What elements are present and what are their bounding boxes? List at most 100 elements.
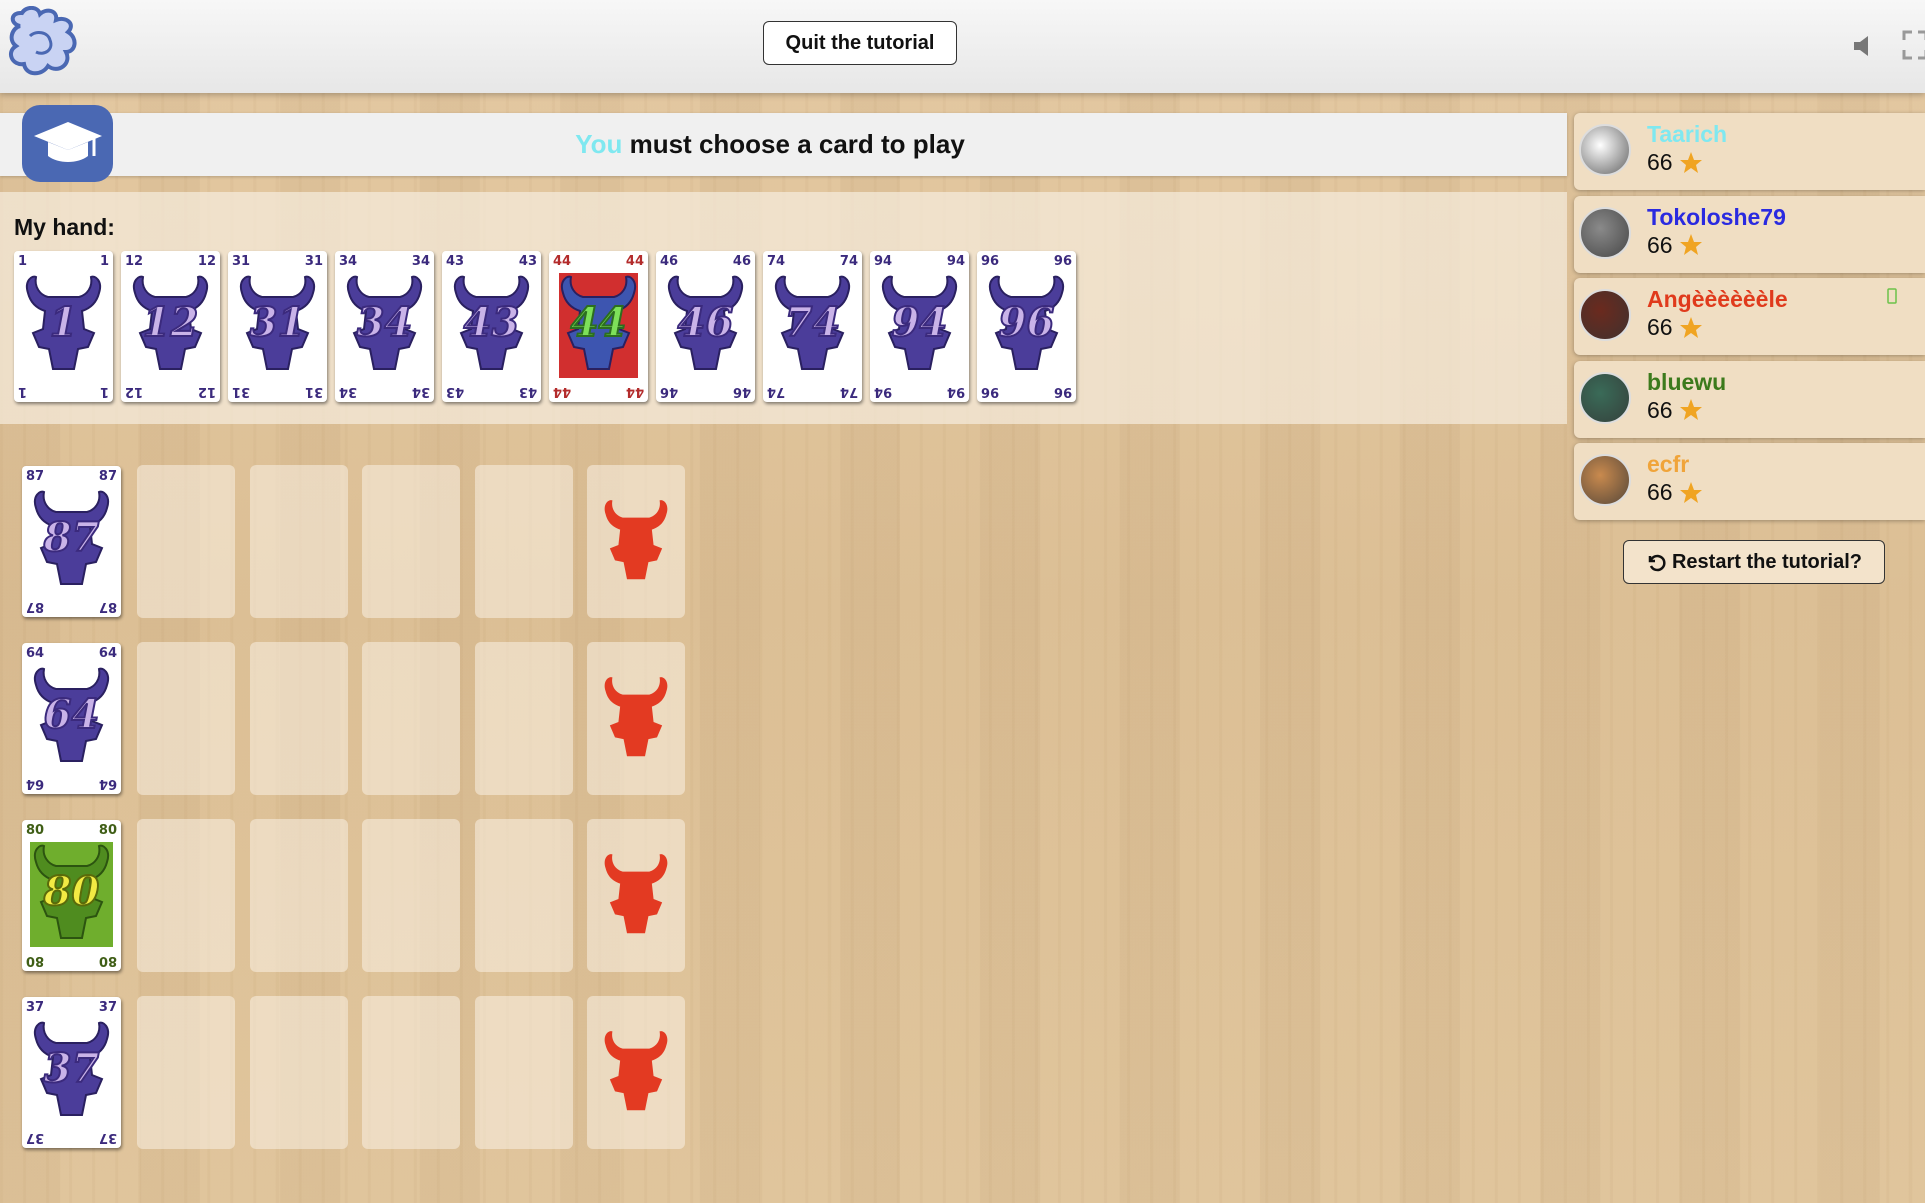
- player-card: bluewu 66: [1574, 360, 1925, 438]
- card-corner-value: 44: [553, 254, 572, 269]
- card-corner-value: 64: [26, 776, 45, 791]
- player-score: 66: [1647, 397, 1703, 424]
- card-corner-value: 94: [874, 254, 893, 269]
- red-bull-icon: [604, 499, 668, 579]
- quit-tutorial-button[interactable]: Quit the tutorial: [763, 21, 957, 65]
- empty-slot[interactable]: [250, 642, 348, 795]
- card-corner-value: 74: [767, 384, 786, 399]
- card-corner-value: 37: [98, 1130, 117, 1145]
- fullscreen-icon[interactable]: [1902, 30, 1925, 60]
- player-score-value: 66: [1647, 149, 1673, 175]
- mobile-device-icon: [1887, 288, 1897, 304]
- hand-card[interactable]: 44 44 44 44 44: [549, 251, 648, 402]
- hand-card[interactable]: 34 34 34 34 34: [335, 251, 434, 402]
- star-icon: [1679, 399, 1702, 420]
- card-corner-value: 96: [1053, 384, 1072, 399]
- card-corner-value: 87: [98, 599, 117, 614]
- card-corner-value: 94: [946, 254, 965, 269]
- empty-slot[interactable]: [362, 642, 460, 795]
- card-corner-value: 31: [304, 254, 323, 269]
- player-name[interactable]: bluewu: [1647, 369, 1726, 396]
- row-card[interactable]: 80 80 80 80 80: [22, 820, 121, 971]
- card-corner-value: 31: [304, 384, 323, 399]
- empty-slot[interactable]: [137, 996, 235, 1149]
- player-score-value: 66: [1647, 314, 1673, 340]
- hand-card[interactable]: 31 31 31 31 31: [228, 251, 327, 402]
- empty-slot[interactable]: [137, 465, 235, 618]
- empty-slot[interactable]: [362, 819, 460, 972]
- card-corner-value: 46: [732, 384, 751, 399]
- penalty-slot[interactable]: [587, 642, 685, 795]
- card-corner-value: 34: [411, 254, 430, 269]
- card-corner-value: 1: [18, 254, 28, 269]
- avatar[interactable]: [1579, 371, 1631, 424]
- avatar[interactable]: [1579, 289, 1631, 341]
- card-corner-value: 34: [339, 254, 358, 269]
- game-logo-icon[interactable]: [6, 6, 86, 80]
- empty-slot[interactable]: [362, 996, 460, 1149]
- card-corner-value: 74: [839, 254, 858, 269]
- status-actor: You: [575, 129, 623, 159]
- empty-slot[interactable]: [475, 465, 573, 618]
- row-card[interactable]: 64 64 64 64 64: [22, 643, 121, 794]
- hand-card[interactable]: 1 1 1 1 1: [14, 251, 113, 402]
- penalty-slot[interactable]: [587, 465, 685, 618]
- top-bar: Quit the tutorial: [0, 0, 1925, 93]
- card-corner-value: 12: [125, 384, 144, 399]
- empty-slot[interactable]: [250, 819, 348, 972]
- penalty-slot[interactable]: [587, 819, 685, 972]
- player-score-value: 66: [1647, 396, 1673, 423]
- empty-slot[interactable]: [250, 996, 348, 1149]
- player-name[interactable]: ecfr: [1647, 451, 1689, 478]
- player-name[interactable]: Angèèèèèèle: [1647, 286, 1788, 313]
- card-value: 87: [43, 513, 101, 562]
- hand-card[interactable]: 96 96 96 96 96: [977, 251, 1076, 402]
- row-card[interactable]: 37 37 37 37 37: [22, 997, 121, 1148]
- avatar[interactable]: [1579, 124, 1631, 176]
- empty-slot[interactable]: [137, 819, 235, 972]
- card-corner-value: 34: [411, 384, 430, 399]
- card-corner-value: 87: [98, 469, 117, 484]
- player-name[interactable]: Taarich: [1647, 121, 1727, 148]
- hand-card[interactable]: 12 12 12 12 12: [121, 251, 220, 402]
- card-value: 34: [356, 298, 414, 347]
- red-bull-icon: [604, 853, 668, 933]
- restart-tutorial-button[interactable]: Restart the tutorial?: [1623, 540, 1885, 584]
- empty-slot[interactable]: [250, 465, 348, 618]
- empty-slot[interactable]: [475, 642, 573, 795]
- card-value: 80: [43, 867, 101, 916]
- card-corner-value: 74: [839, 384, 858, 399]
- hand-card[interactable]: 43 43 43 43 43: [442, 251, 541, 402]
- hand-card[interactable]: 74 74 74 74 74: [763, 251, 862, 402]
- player-name[interactable]: Tokoloshe79: [1647, 204, 1786, 231]
- card-corner-value: 44: [625, 254, 644, 269]
- graduation-cap-icon: [22, 105, 113, 182]
- star-icon: [1679, 481, 1702, 503]
- card-corner-value: 64: [26, 646, 45, 661]
- card-corner-value: 87: [26, 469, 45, 484]
- restart-icon: [1648, 554, 1666, 572]
- player-card: ecfr 66: [1574, 443, 1925, 520]
- star-icon: [1679, 234, 1702, 255]
- row-card[interactable]: 87 87 87 87 87: [22, 466, 121, 617]
- red-bull-icon: [604, 1030, 668, 1110]
- card-corner-value: 80: [98, 953, 117, 968]
- avatar[interactable]: [1579, 454, 1631, 506]
- avatar[interactable]: [1579, 206, 1631, 259]
- speaker-icon[interactable]: [1852, 34, 1874, 58]
- card-corner-value: 80: [98, 823, 117, 838]
- hand-card[interactable]: 94 94 94 94 94: [870, 251, 969, 402]
- empty-slot[interactable]: [137, 642, 235, 795]
- card-corner-value: 46: [660, 384, 679, 399]
- empty-slot[interactable]: [475, 996, 573, 1149]
- card-value: 94: [891, 298, 949, 347]
- empty-slot[interactable]: [475, 819, 573, 972]
- card-corner-value: 37: [26, 1000, 45, 1015]
- hand-card[interactable]: 46 46 46 46 46: [656, 251, 755, 402]
- empty-slot[interactable]: [362, 465, 460, 618]
- penalty-slot[interactable]: [587, 996, 685, 1149]
- star-icon: [1679, 316, 1702, 338]
- red-bull-icon: [604, 676, 668, 756]
- player-card: Taarich 66: [1574, 113, 1925, 190]
- card-corner-value: 37: [26, 1130, 45, 1145]
